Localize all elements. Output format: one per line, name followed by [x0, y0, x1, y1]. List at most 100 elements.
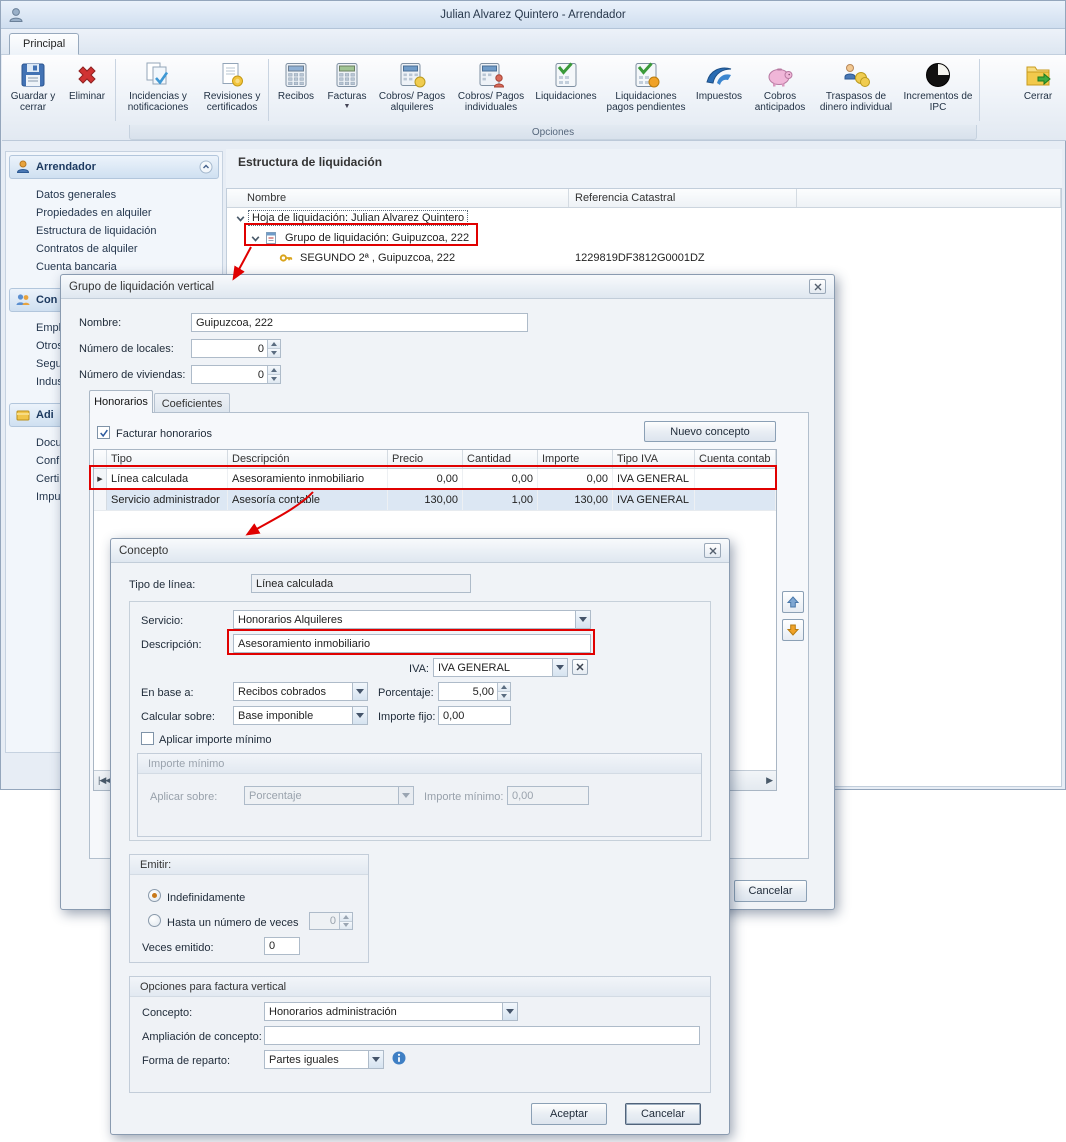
importe-minimo-value: 0,00: [508, 787, 588, 804]
chevron-down-icon[interactable]: [575, 611, 590, 628]
spinner-buttons[interactable]: [497, 683, 510, 700]
tree-row[interactable]: SEGUNDO 2ª , Guipuzcoa, 2221229819DF3812…: [227, 248, 1061, 268]
ribbon-button-impuestos[interactable]: Impuestos: [691, 57, 747, 123]
chevron-down-icon[interactable]: [352, 707, 367, 724]
porcentaje-spinner[interactable]: 5,00: [438, 682, 511, 701]
grupo-cancel-button[interactable]: Cancelar: [734, 880, 807, 902]
forma-reparto-combo[interactable]: Partes iguales: [264, 1050, 384, 1069]
iva-label: IVA:: [393, 662, 429, 676]
tree-column-nombre[interactable]: Nombre: [227, 189, 569, 207]
ribbon-button-label: Eliminar: [69, 91, 105, 102]
ribbon-button-recibos[interactable]: Recibos: [271, 57, 321, 123]
tab-principal[interactable]: Principal: [9, 33, 79, 55]
ribbon-button-traspasos-de-dinero-individual[interactable]: Traspasos de dinero individual: [813, 57, 899, 123]
indefinidamente-radio[interactable]: [148, 889, 161, 902]
iva-combo[interactable]: IVA GENERAL: [433, 658, 568, 677]
sidebar-item-propiedades-en-alquiler[interactable]: Propiedades en alquiler: [6, 204, 222, 222]
importe-minimo-input: 0,00: [507, 786, 589, 805]
move-up-button[interactable]: [782, 591, 804, 613]
sidebar-item-contratos-de-alquiler[interactable]: Contratos de alquiler: [6, 240, 222, 258]
ribbon-button-liquidaciones[interactable]: Liquidaciones: [531, 57, 601, 123]
expand-chevron-icon[interactable]: [235, 213, 246, 224]
spin-up-icon[interactable]: [268, 340, 280, 348]
grid-column-importe[interactable]: Importe: [538, 450, 613, 468]
grid-column-tipo-iva[interactable]: Tipo IVA: [613, 450, 695, 468]
importe-fijo-input[interactable]: 0,00: [438, 706, 511, 725]
aplicar-minimo-checkbox[interactable]: [141, 732, 154, 745]
importe-fijo-label: Importe fijo:: [378, 710, 435, 724]
ribbon-button-revisiones-y-certificados[interactable]: Revisiones y certificados: [198, 57, 266, 123]
payind-icon: [476, 60, 506, 90]
spinner-buttons[interactable]: [267, 366, 280, 383]
tab-honorarios[interactable]: Honorarios: [89, 390, 153, 413]
ribbon-button-liquidaciones-pagos-pendientes[interactable]: Liquidaciones pagos pendientes: [601, 57, 691, 123]
calcular-sobre-combo[interactable]: Base imponible: [233, 706, 368, 725]
ampliacion-input[interactable]: [264, 1026, 700, 1045]
info-icon[interactable]: [392, 1051, 406, 1065]
spin-up-icon[interactable]: [498, 683, 510, 691]
ribbon-button-cerrar[interactable]: Cerrar: [1013, 57, 1063, 123]
nombre-input[interactable]: Guipuzcoa, 222: [191, 313, 528, 332]
move-down-button[interactable]: [782, 619, 804, 641]
nav-next-icon[interactable]: ▶: [766, 775, 772, 786]
sidebar-section-arrendador[interactable]: Arrendador: [9, 155, 219, 179]
tab-coeficientes[interactable]: Coeficientes: [154, 393, 230, 413]
certificates-icon: [217, 60, 247, 90]
spin-down-icon[interactable]: [268, 374, 280, 383]
viviendas-spinner[interactable]: 0: [191, 365, 281, 384]
chevron-down-icon[interactable]: [552, 659, 567, 676]
ribbon-button-incrementos-de-ipc[interactable]: Incrementos de IPC: [899, 57, 977, 123]
importe-minimo-group: Importe mínimo Aplicar sobre: Porcentaje…: [137, 753, 702, 837]
descripcion-input[interactable]: Asesoramiento inmobiliario: [233, 634, 591, 653]
ribbon-button-cobros-pagos-individuales[interactable]: Cobros/ Pagos individuales: [451, 57, 531, 123]
window-titlebar[interactable]: Julian Alvarez Quintero - Arrendador: [1, 1, 1065, 29]
tree-column-empty[interactable]: [797, 189, 1061, 207]
sidebar-item-datos-generales[interactable]: Datos generales: [6, 186, 222, 204]
tree-body: Hoja de liquidación: Julian Alvarez Quin…: [227, 208, 1061, 268]
grid-row[interactable]: Servicio administradorAsesoría contable1…: [94, 490, 776, 511]
tree-row[interactable]: Grupo de liquidación: Guipuzcoa, 222: [227, 228, 1061, 248]
dialog-grupo-titlebar[interactable]: Grupo de liquidación vertical: [61, 275, 834, 299]
grid-column-precio[interactable]: Precio: [388, 450, 463, 468]
spin-up-icon[interactable]: [268, 366, 280, 374]
ribbon-button-facturas[interactable]: Facturas▼: [321, 57, 373, 123]
spinner-buttons[interactable]: [267, 340, 280, 357]
chevron-down-icon[interactable]: [368, 1051, 383, 1068]
spin-down-icon[interactable]: [268, 348, 280, 357]
chevron-down-icon: [398, 787, 413, 804]
nuevo-concepto-button[interactable]: Nuevo concepto: [644, 421, 776, 442]
dialog-concepto-titlebar[interactable]: Concepto: [111, 539, 729, 563]
chevron-up-icon[interactable]: [199, 160, 213, 174]
tree-row[interactable]: Hoja de liquidación: Julian Alvarez Quin…: [227, 208, 1061, 228]
ribbon-button-guardar-y-cerrar[interactable]: Guardar y cerrar: [5, 57, 61, 123]
close-icon[interactable]: [809, 279, 826, 294]
importe-minimo-group-title: Importe mínimo: [138, 754, 701, 774]
tree-column-referencia-catastral[interactable]: Referencia Catastral: [569, 189, 797, 207]
close-icon[interactable]: [704, 543, 721, 558]
porcentaje-value: 5,00: [439, 683, 497, 700]
facturar-honorarios-checkbox[interactable]: [97, 426, 110, 439]
locales-spinner[interactable]: 0: [191, 339, 281, 358]
sidebar-item-estructura-de-liquidación[interactable]: Estructura de liquidación: [6, 222, 222, 240]
concepto-combo[interactable]: Honorarios administración: [264, 1002, 518, 1021]
clear-iva-button[interactable]: [572, 659, 588, 675]
hasta-veces-radio[interactable]: [148, 914, 161, 927]
ribbon-button-cobros-pagos-alquileres[interactable]: Cobros/ Pagos alquileres: [373, 57, 451, 123]
cancelar-button[interactable]: Cancelar: [625, 1103, 701, 1125]
expand-chevron-icon[interactable]: [250, 233, 261, 244]
spin-down-icon[interactable]: [498, 691, 510, 700]
grid-column-tipo[interactable]: Tipo: [107, 450, 228, 468]
grid-column-descripción[interactable]: Descripción: [228, 450, 388, 468]
servicio-combo[interactable]: Honorarios Alquileres: [233, 610, 591, 629]
ribbon-button-cobros-anticipados[interactable]: Cobros anticipados: [747, 57, 813, 123]
veces-emitido-input[interactable]: 0: [264, 937, 300, 955]
grid-column-cantidad[interactable]: Cantidad: [463, 450, 538, 468]
ribbon-button-incidencias-y-notificaciones[interactable]: Incidencias y notificaciones: [118, 57, 198, 123]
grid-column-cuenta-contab[interactable]: Cuenta contab: [695, 450, 776, 468]
ribbon-button-eliminar[interactable]: Eliminar: [61, 57, 113, 123]
aceptar-button[interactable]: Aceptar: [531, 1103, 607, 1125]
chevron-down-icon[interactable]: [502, 1003, 517, 1020]
chevron-down-icon[interactable]: [352, 683, 367, 700]
grid-row[interactable]: ▶Línea calculadaAsesoramiento inmobiliar…: [94, 469, 776, 490]
en-base-combo[interactable]: Recibos cobrados: [233, 682, 368, 701]
